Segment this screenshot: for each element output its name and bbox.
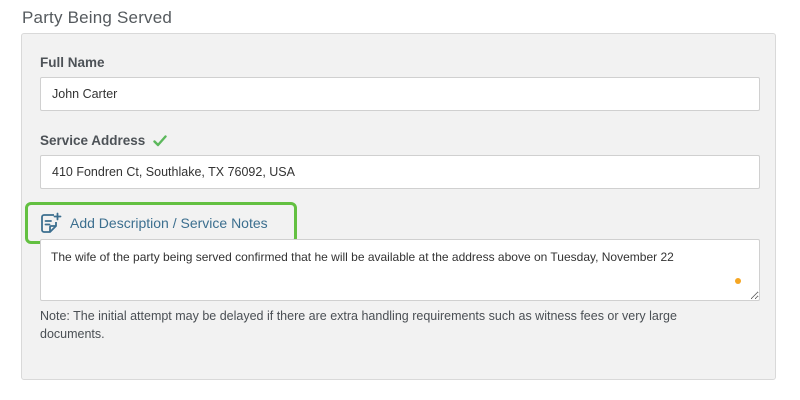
service-address-input[interactable] (40, 155, 760, 189)
service-address-label: Service Address (40, 133, 146, 148)
full-name-label: Full Name (40, 55, 105, 70)
note-add-icon (40, 212, 62, 234)
add-service-notes-label: Add Description / Service Notes (70, 215, 268, 231)
grammar-indicator-dot[interactable] (735, 278, 741, 284)
checkmark-icon (153, 134, 168, 148)
section-title: Party Being Served (22, 8, 173, 27)
service-address-label-row: Service Address (40, 133, 168, 148)
service-notes-textarea[interactable] (40, 239, 760, 301)
full-name-input[interactable] (40, 77, 760, 111)
add-service-notes-button[interactable]: Add Description / Service Notes (25, 202, 297, 244)
footer-note: Note: The initial attempt may be delayed… (40, 309, 677, 341)
party-served-panel: Full Name Service Address Add Descriptio… (21, 33, 776, 380)
